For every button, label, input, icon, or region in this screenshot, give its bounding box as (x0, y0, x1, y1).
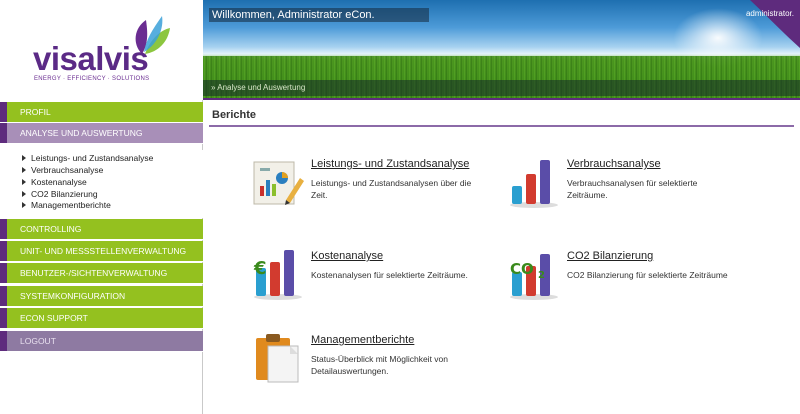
sidebar-item-profil[interactable]: PROFIL (0, 102, 203, 123)
svg-text:2: 2 (538, 270, 545, 281)
brand-tagline: ENERGY · EFFICIENCY · SOLUTIONS (34, 76, 150, 82)
report-desc-managementberichte: Status-Überblick mit Möglichkeit von Det… (311, 354, 448, 376)
subnav-item-leistungs-zustandsanalyse[interactable]: Leistungs- und Zustandsanalyse (22, 153, 153, 163)
co2-chart-icon[interactable]: CO 2 (508, 248, 560, 300)
report-desc-verbrauchsanalyse: Verbrauchsanalysen für selektierte Zeitr… (567, 178, 698, 200)
breadcrumb: » Analyse und Auswertung (203, 80, 800, 96)
report-card-co2-bilanzierung: CO 2 CO2 Bilanzierung CO2 Bilanzierung f… (508, 248, 778, 308)
subnav-item-kostenanalyse[interactable]: Kostenanalyse (22, 177, 87, 187)
report-title-kostenanalyse[interactable]: Kostenanalyse (311, 250, 383, 262)
sidebar-item-unit-messstellenverwaltung[interactable]: UNIT- UND MESSSTELLENVERWALTUNG (0, 241, 203, 262)
subnav-label: Managementberichte (31, 200, 111, 210)
report-desc-kostenanalyse: Kostenanalysen für selektierte Zeiträume… (311, 270, 468, 280)
subnav-item-verbrauchsanalyse[interactable]: Verbrauchsanalyse (22, 165, 103, 175)
sidebar-item-benutzer-sichtenverwaltung[interactable]: BENUTZER-/SICHTENVERWALTUNG (0, 263, 203, 284)
triangle-bullet-icon (22, 155, 26, 161)
page-title: Berichte (212, 109, 257, 121)
report-desc-co2-bilanzierung: CO2 Bilanzierung für selektierte Zeiträu… (567, 270, 728, 280)
sidebar-item-systemkonfiguration[interactable]: SYSTEMKONFIGURATION (0, 286, 203, 307)
report-card-managementberichte: Managementberichte Status-Überblick mit … (252, 332, 502, 392)
welcome-message: Willkommen, Administrator eCon. (209, 8, 429, 22)
report-card-leistungs-zustandsanalyse: Leistungs- und Zustandsanalyse Leistungs… (252, 156, 502, 216)
subnav-label: Kostenanalyse (31, 177, 87, 187)
logo: visalvis ENERGY · EFFICIENCY · SOLUTIONS (0, 0, 203, 100)
svg-text:€: € (253, 258, 267, 279)
report-card-verbrauchsanalyse: Verbrauchsanalyse Verbrauchsanalysen für… (508, 156, 758, 216)
sidebar: PROFIL ANALYSE UND AUSWERTUNG CONTROLLIN… (0, 100, 203, 414)
subnav-label: Leistungs- und Zustandsanalyse (31, 153, 154, 163)
report-title-leistungs-zustandsanalyse[interactable]: Leistungs- und Zustandsanalyse (311, 158, 469, 170)
svg-text:CO: CO (510, 260, 534, 278)
report-title-co2-bilanzierung[interactable]: CO2 Bilanzierung (567, 250, 653, 262)
subnav-label: CO2 Bilanzierung (31, 189, 98, 199)
sidebar-item-controlling[interactable]: CONTROLLING (0, 219, 203, 240)
triangle-bullet-icon (22, 202, 26, 208)
report-pencil-icon[interactable] (252, 156, 304, 208)
subnav-item-managementberichte[interactable]: Managementberichte (22, 200, 111, 210)
euro-chart-icon[interactable]: € (252, 248, 304, 300)
title-divider (209, 125, 794, 127)
subnav-item-co2-bilanzierung[interactable]: CO2 Bilanzierung (22, 189, 98, 199)
bar-chart-icon[interactable] (508, 156, 560, 208)
user-name[interactable]: administrator. (746, 9, 794, 18)
clipboard-icon[interactable] (252, 332, 304, 384)
triangle-bullet-icon (22, 179, 26, 185)
sidebar-item-analyse-und-auswertung[interactable]: ANALYSE UND AUSWERTUNG (0, 123, 203, 144)
report-desc-leistungs-zustandsanalyse: Leistungs- und Zustandsanalysen über die… (311, 178, 472, 200)
subnav: Leistungs- und Zustandsanalyse Verbrauch… (0, 150, 203, 218)
sidebar-item-logout[interactable]: LOGOUT (0, 331, 203, 352)
main-content: Berichte Leistungs- und Zustandsanalyse … (203, 100, 800, 414)
report-title-verbrauchsanalyse[interactable]: Verbrauchsanalyse (567, 158, 661, 170)
sidebar-item-econ-support[interactable]: ECON SUPPORT (0, 308, 203, 329)
header-banner: Willkommen, Administrator eCon. administ… (203, 0, 800, 100)
report-card-kostenanalyse: € Kostenanalyse Kostenanalysen für selek… (252, 248, 502, 308)
subnav-label: Verbrauchsanalyse (31, 165, 104, 175)
triangle-bullet-icon (22, 167, 26, 173)
triangle-bullet-icon (22, 191, 26, 197)
report-title-managementberichte[interactable]: Managementberichte (311, 334, 414, 346)
brand-name: visalvis (33, 40, 149, 77)
